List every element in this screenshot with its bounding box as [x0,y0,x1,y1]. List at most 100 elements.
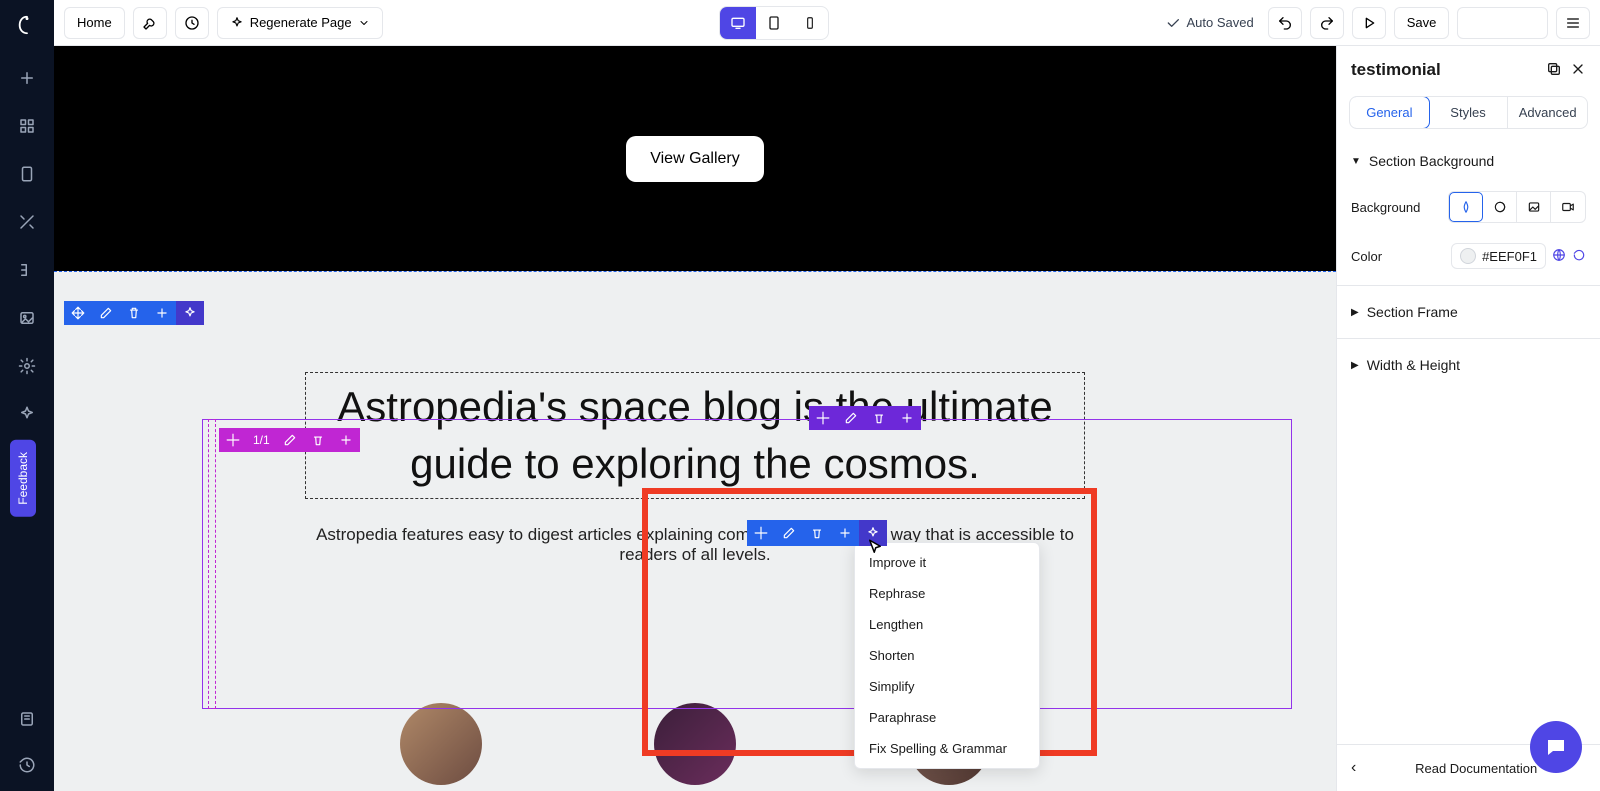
publish-button[interactable]: Publish [1457,7,1548,39]
page-icon[interactable] [15,162,39,186]
chevron-left-icon: ‹ [1351,759,1356,777]
avatar-row [54,703,1336,785]
tab-advanced[interactable]: Advanced [1508,97,1587,128]
container-toolbar [809,406,921,430]
undo-button[interactable] [1268,7,1302,39]
column-count: 1/1 [247,433,276,447]
tree-icon[interactable] [15,258,39,282]
move-icon[interactable] [747,520,775,546]
reset-icon[interactable] [1572,248,1586,265]
ai-menu-item[interactable]: Shorten [855,640,1039,671]
tab-general[interactable]: General [1349,96,1430,129]
feedback-button[interactable]: Feedback [10,440,36,517]
duplicate-icon[interactable] [1546,61,1562,80]
column-outline [208,419,216,709]
grid-icon[interactable] [15,114,39,138]
sparkle-icon [230,16,244,30]
delete-icon[interactable] [304,428,332,452]
edit-icon[interactable] [775,520,803,546]
chevron-down-icon [358,17,370,29]
column-toolbar: 1/1 [219,428,360,452]
home-button[interactable]: Home [64,7,125,39]
bg-image-icon[interactable] [1517,192,1551,222]
wrench-button[interactable] [133,7,167,39]
bg-gradient-icon[interactable] [1483,192,1517,222]
redo-button[interactable] [1310,7,1344,39]
add-icon[interactable] [893,406,921,430]
view-gallery-button[interactable]: View Gallery [626,136,764,182]
device-switcher [719,6,829,40]
delete-icon[interactable] [120,301,148,325]
section-background-accordion[interactable]: ▼ Section Background [1337,141,1600,181]
regenerate-page-button[interactable]: Regenerate Page [217,7,383,39]
settings-icon[interactable] [15,354,39,378]
clock-button[interactable] [175,7,209,39]
top-bar: Home Regenerate Page Auto Saved [54,0,1600,46]
hamburger-button[interactable] [1556,7,1590,39]
chevron-down-icon [1523,17,1535,29]
delete-icon[interactable] [865,406,893,430]
design-icon[interactable] [15,210,39,234]
background-type-row: Background [1337,181,1600,233]
accordion-label: Section Background [1369,153,1494,169]
delete-icon[interactable] [803,520,831,546]
ai-menu-item[interactable]: Paraphrase [855,702,1039,733]
ai-menu-item[interactable]: Simplify [855,671,1039,702]
ai-icon[interactable] [176,301,204,325]
left-sidebar: Feedback [0,0,54,791]
edit-icon[interactable] [276,428,304,452]
device-mobile[interactable] [792,7,828,39]
close-icon[interactable] [1570,61,1586,80]
docs-icon[interactable] [15,707,39,731]
avatar[interactable] [400,703,482,785]
edit-icon[interactable] [92,301,120,325]
edit-icon[interactable] [837,406,865,430]
panel-tabs: General Styles Advanced [1349,96,1588,129]
autosaved-label: Auto Saved [1187,15,1254,30]
editor-canvas[interactable]: View Gallery Astropedia's space blog is … [54,46,1336,791]
prop-label: Color [1351,249,1382,264]
add-icon[interactable] [332,428,360,452]
move-icon[interactable] [219,428,247,452]
add-icon[interactable] [831,520,859,546]
panel-title: testimonial [1351,60,1441,80]
properties-panel: testimonial General Styles Advanced ▼ Se… [1336,46,1600,791]
chevron-down-icon: ▼ [1351,156,1361,167]
move-icon[interactable] [809,406,837,430]
sparkle-icon[interactable] [15,402,39,426]
hero-section[interactable]: View Gallery [54,46,1336,271]
avatar[interactable] [654,703,736,785]
color-swatch [1460,248,1476,264]
background-type-group [1448,191,1586,223]
color-value: #EEF0F1 [1482,249,1537,264]
ai-menu: Improve it Rephrase Lengthen Shorten Sim… [854,542,1040,769]
add-icon[interactable] [15,66,39,90]
save-button[interactable]: Save [1394,7,1450,39]
preview-button[interactable] [1352,7,1386,39]
bg-video-icon[interactable] [1551,192,1585,222]
app-logo[interactable] [16,14,38,42]
ai-menu-item[interactable]: Rephrase [855,578,1039,609]
width-height-accordion[interactable]: ▶ Width & Height [1337,345,1600,385]
move-icon[interactable] [64,301,92,325]
accordion-label: Section Frame [1367,304,1458,320]
image-icon[interactable] [15,306,39,330]
ai-menu-item[interactable]: Fix Spelling & Grammar [855,733,1039,764]
publish-label: Publish [1470,15,1513,30]
chevron-right-icon: ▶ [1351,360,1359,371]
add-icon[interactable] [148,301,176,325]
container-outline [202,419,1292,709]
device-tablet[interactable] [756,7,792,39]
color-row: Color #EEF0F1 [1337,233,1600,279]
color-chip[interactable]: #EEF0F1 [1451,243,1546,269]
bg-solid-icon[interactable] [1449,192,1483,222]
section-frame-accordion[interactable]: ▶ Section Frame [1337,292,1600,332]
chat-fab[interactable] [1530,721,1582,773]
globe-icon[interactable] [1552,248,1566,265]
history-icon[interactable] [15,753,39,777]
tab-styles[interactable]: Styles [1429,97,1509,128]
accordion-label: Width & Height [1367,357,1460,373]
ai-menu-item[interactable]: Lengthen [855,609,1039,640]
chevron-right-icon: ▶ [1351,307,1359,318]
device-desktop[interactable] [720,7,756,39]
